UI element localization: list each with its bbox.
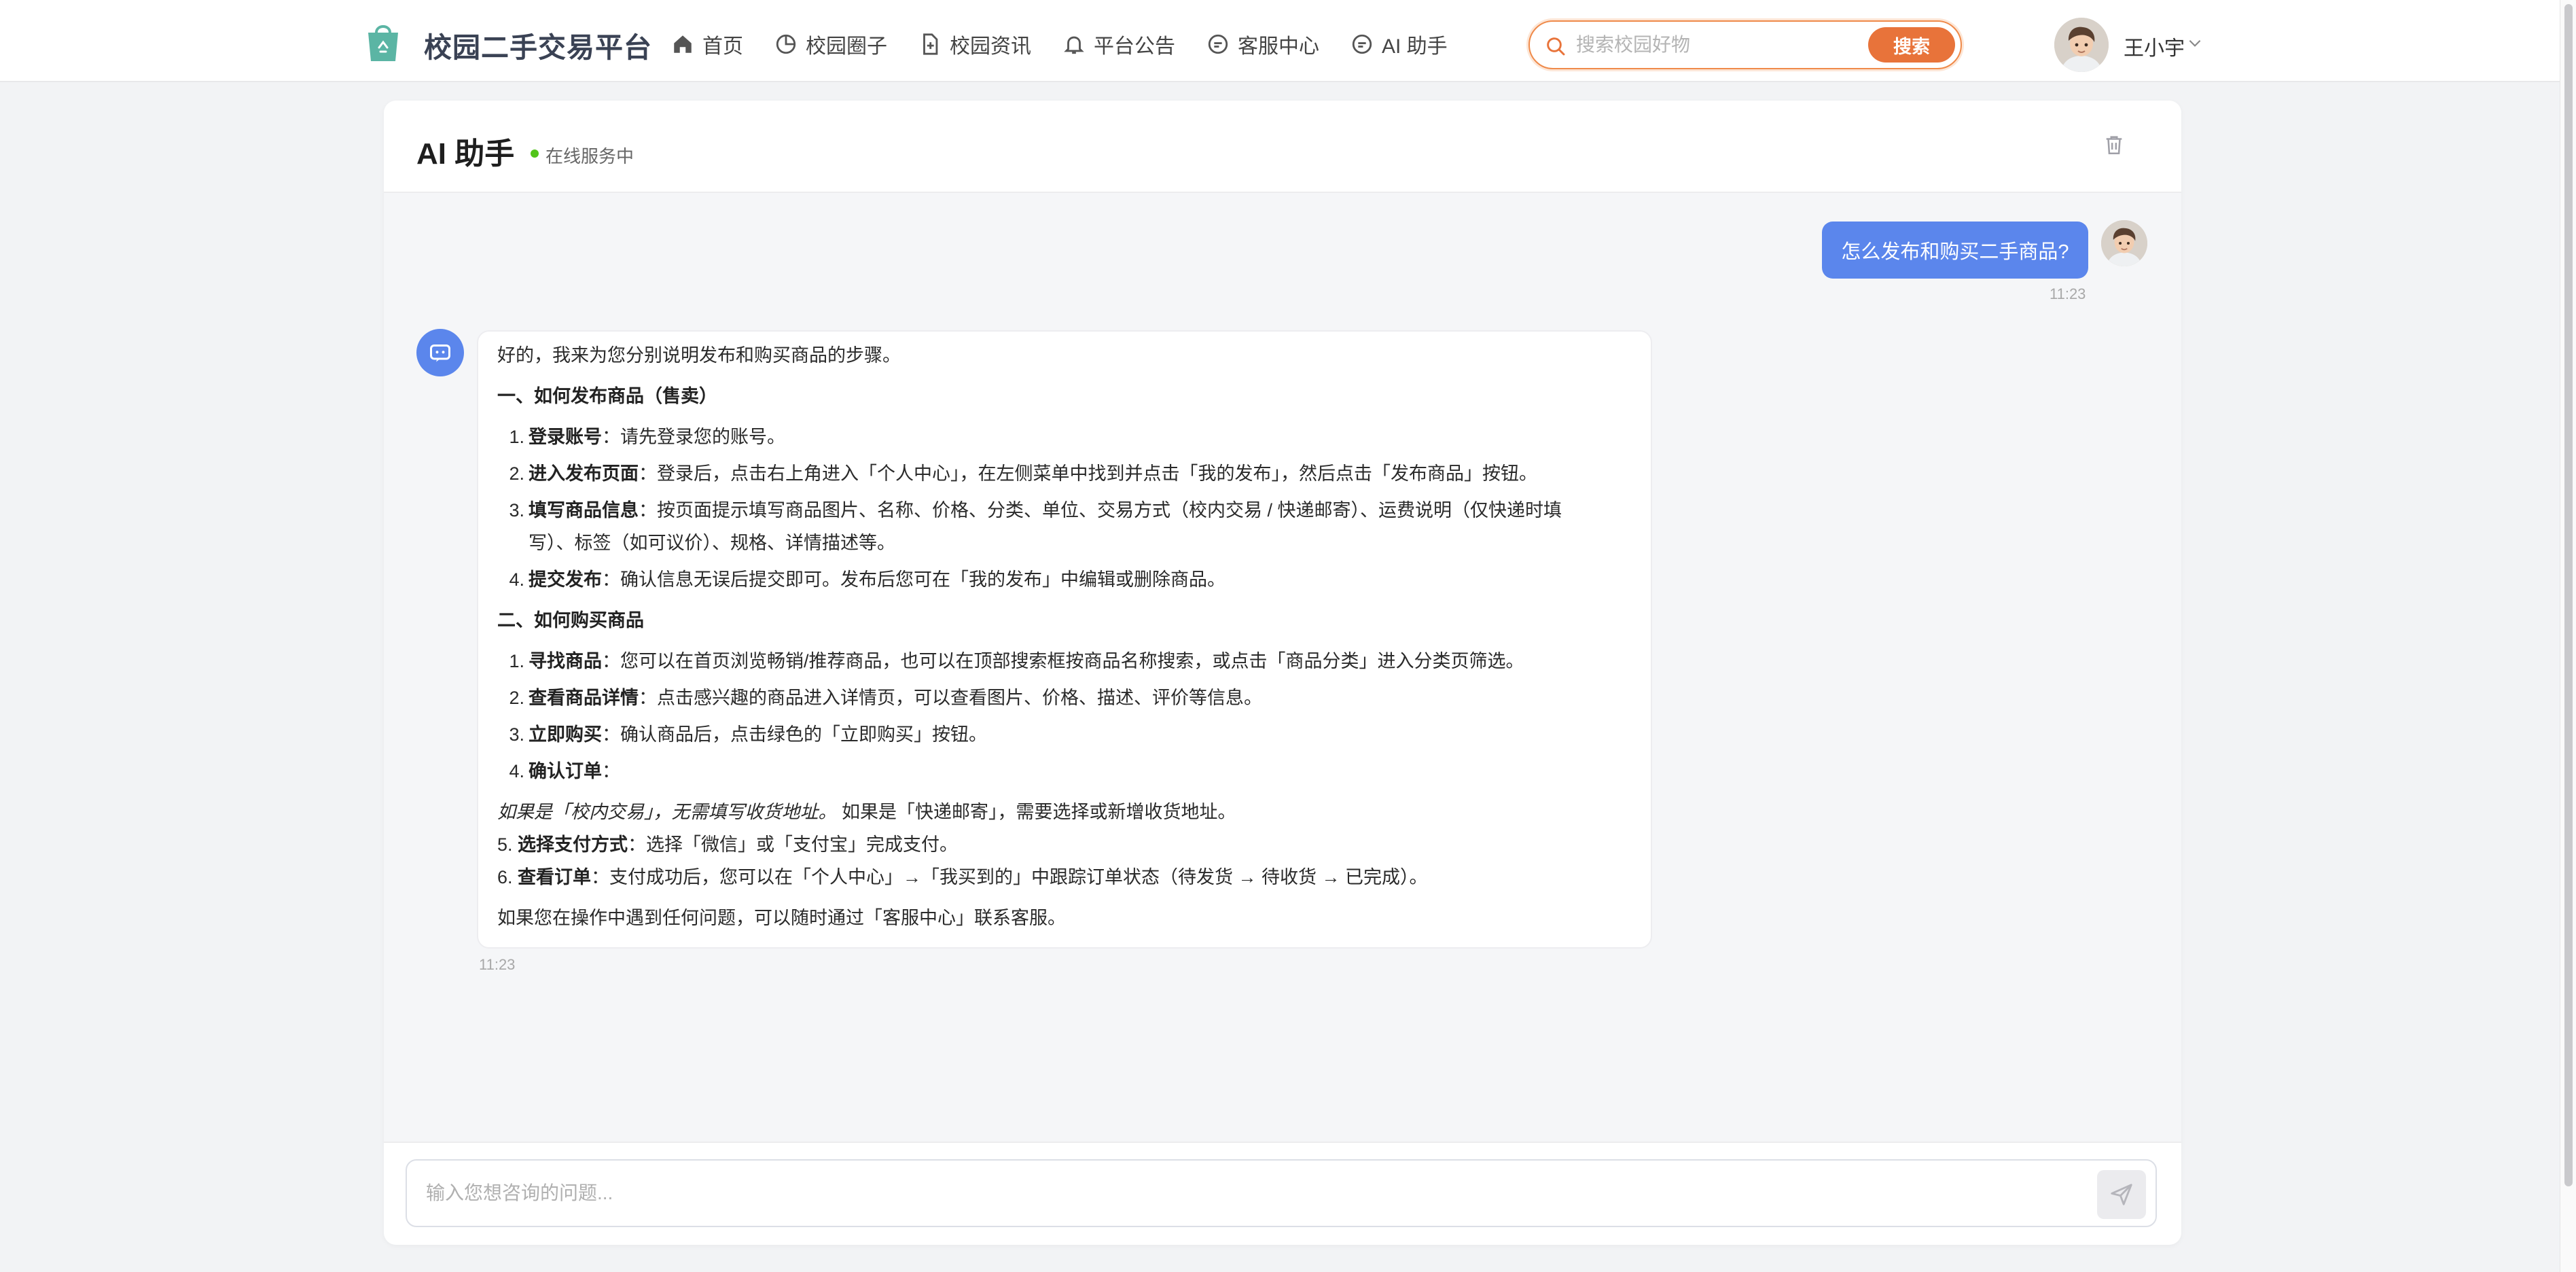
- list-item: 5. 选择支付方式：选择「微信」或「支付宝」完成支付。: [497, 834, 959, 855]
- list-item: 6. 查看订单：支付成功后，您可以在「个人中心」→「我买到的」中跟踪订单状态（待…: [497, 867, 1428, 887]
- online-status-text: 在线服务中: [545, 146, 634, 166]
- search-icon: [1547, 37, 1565, 56]
- message-time: 11:23: [2050, 285, 2086, 302]
- chat-bubble-icon: [1352, 34, 1372, 54]
- nav-home[interactable]: 首页: [671, 29, 743, 59]
- list-item: 1. 寻找商品：您可以在首页浏览畅销/推荐商品，也可以在顶部搜索框按商品名称搜索，…: [509, 651, 1524, 671]
- chat-input-area: [384, 1142, 2181, 1245]
- user-name[interactable]: 王小宇: [2124, 31, 2185, 61]
- list-item: 4. 确认订单：: [509, 761, 620, 781]
- trash-icon[interactable]: [2103, 133, 2126, 156]
- shopping-bag-logo-icon[interactable]: [365, 20, 401, 63]
- search-button[interactable]: 搜索: [1868, 27, 1955, 63]
- top-navbar: 校园二手交易平台 首页 校园圈子 校园资讯 平台公告 客服中心 AI 助手 搜索…: [0, 0, 2576, 82]
- user-message-avatar: [2101, 220, 2147, 266]
- section-heading: 一、如何发布商品（售卖）: [497, 386, 717, 406]
- list-item-continuation: 写）、标签（如可议价）、规格、详情描述等。: [529, 533, 895, 553]
- bot-avatar: [416, 329, 464, 376]
- pie-chart-icon: [776, 34, 796, 54]
- bot-intro: 好的，我来为您分别说明发布和购买商品的步骤。: [497, 345, 901, 366]
- avatar-image: [2054, 18, 2109, 72]
- avatar-image: [2101, 220, 2147, 266]
- home-icon: [674, 35, 692, 53]
- online-status-dot: [531, 149, 539, 158]
- chat-panel: AI 助手 在线服务中 怎么发布和购买二手商品? 11:23 好的，我来为您分别…: [384, 101, 2181, 1245]
- message-time: 11:23: [479, 956, 516, 973]
- user-message-bubble: 怎么发布和购买二手商品?: [1822, 222, 2088, 279]
- chat-message-input[interactable]: [406, 1159, 2157, 1227]
- nav-label: AI 助手: [1382, 35, 1448, 58]
- list-item: 1. 登录账号：请先登录您的账号。: [509, 427, 785, 447]
- nav-label: 校园资讯: [950, 35, 1031, 58]
- chat-bubble-icon: [1208, 34, 1228, 54]
- list-item: 3. 立即购买：确认商品后，点击绿色的「立即购买」按钮。: [509, 724, 987, 745]
- user-avatar[interactable]: [2054, 18, 2109, 72]
- nav-label: 校园圈子: [806, 35, 887, 58]
- order-note: 如果是「校内交易」，无需填写收货地址。 如果是「快递邮寄」，需要选择或新增收货地…: [497, 802, 1236, 822]
- nav-label: 首页: [702, 35, 743, 58]
- list-item: 3. 填写商品信息：按页面提示填写商品图片、名称、价格、分类、单位、交易方式（校内…: [509, 500, 1562, 520]
- chat-title: AI 助手: [416, 137, 515, 171]
- bot-outro: 如果您在操作中遇到任何问题，可以随时通过「客服中心」联系客服。: [497, 908, 1066, 928]
- send-icon: [2111, 1184, 2132, 1205]
- list-item: 2. 进入发布页面：登录后，点击右上角进入「个人中心」，在左侧菜单中找到并点击「我…: [509, 463, 1537, 484]
- list-item: 4. 提交发布：确认信息无误后提交即可。发布后您可在「我的发布」中编辑或删除商品。: [509, 569, 1226, 590]
- bell-icon: [1064, 36, 1084, 54]
- list-item: 2. 查看商品详情：点击感兴趣的商品进入详情页，可以查看图片、价格、描述、评价等信…: [509, 688, 1262, 708]
- scrollbar-thumb[interactable]: [2564, 4, 2573, 1186]
- search-input[interactable]: [1576, 30, 1834, 60]
- robot-chat-icon: [430, 344, 450, 362]
- nav-label: 客服中心: [1238, 35, 1319, 58]
- nav-label: 平台公告: [1094, 35, 1175, 58]
- bot-message-bubble: 好的，我来为您分别说明发布和购买商品的步骤。 一、如何发布商品（售卖） 1. 登录…: [477, 330, 1652, 949]
- chevron-down-icon[interactable]: [2186, 34, 2204, 52]
- main-nav: 首页 校园圈子 校园资讯 平台公告 客服中心 AI 助手: [671, 27, 1479, 61]
- nav-announcements[interactable]: 平台公告: [1062, 29, 1175, 59]
- nav-ai-assistant[interactable]: AI 助手: [1350, 29, 1448, 59]
- chat-header: AI 助手 在线服务中: [384, 101, 2181, 193]
- nav-campus-circle[interactable]: 校园圈子: [774, 29, 887, 59]
- search-bar: 搜索: [1528, 20, 1962, 69]
- send-button[interactable]: [2097, 1170, 2146, 1219]
- document-plus-icon: [923, 33, 938, 55]
- nav-customer-service[interactable]: 客服中心: [1206, 29, 1319, 59]
- brand-title[interactable]: 校园二手交易平台: [424, 24, 652, 65]
- nav-campus-news[interactable]: 校园资讯: [918, 29, 1031, 59]
- page-scrollbar[interactable]: [2560, 0, 2576, 1272]
- section-heading: 二、如何购买商品: [497, 610, 644, 631]
